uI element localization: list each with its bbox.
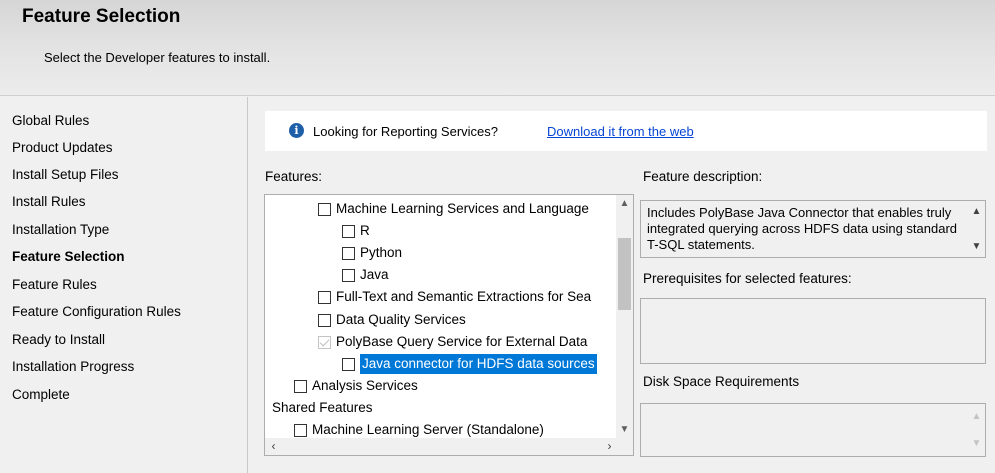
nav-item-installation-progress[interactable]: Installation Progress [12, 359, 134, 374]
feature-row-java-connector-hdfs[interactable]: Java connector for HDFS data sources [342, 353, 597, 375]
prerequisites-box[interactable] [640, 298, 986, 364]
checkbox-checked-disabled[interactable] [318, 335, 331, 349]
disk-space-label: Disk Space Requirements [643, 374, 800, 389]
nav-item-install-rules[interactable]: Install Rules [12, 194, 86, 209]
feature-label: Java [360, 267, 389, 282]
checkbox[interactable] [294, 379, 307, 393]
features-label: Features: [265, 169, 323, 184]
feature-row-data-quality-services[interactable]: Data Quality Services [318, 309, 466, 331]
info-text: Looking for Reporting Services? [313, 124, 498, 139]
checkbox[interactable] [342, 268, 355, 282]
feature-label: Full-Text and Semantic Extractions for S… [336, 289, 592, 304]
feature-row-polybase[interactable]: PolyBase Query Service for External Data [318, 331, 587, 353]
tree-vertical-scrollbar[interactable]: ▲ ▼ [616, 195, 633, 438]
checkbox[interactable] [342, 224, 355, 238]
info-bar: i Looking for Reporting Services? Downlo… [265, 111, 987, 151]
download-link[interactable]: Download it from the web [547, 124, 694, 139]
feature-label: Analysis Services [312, 378, 418, 393]
scrollbar-corner [616, 438, 633, 455]
scroll-left-icon[interactable]: ‹ [265, 438, 282, 455]
scroll-down-icon[interactable]: ▼ [968, 238, 985, 255]
scroll-up-icon[interactable]: ▲ [968, 203, 985, 220]
prerequisites-label: Prerequisites for selected features: [643, 271, 852, 286]
page-title: Feature Selection [22, 6, 181, 27]
nav-item-complete[interactable]: Complete [12, 387, 70, 402]
feature-label: Machine Learning Server (Standalone) [312, 422, 544, 437]
nav-item-feature-rules[interactable]: Feature Rules [12, 277, 97, 292]
feature-row-python[interactable]: Python [342, 242, 402, 264]
scroll-down-icon[interactable]: ▼ [616, 421, 633, 438]
nav-item-feature-configuration-rules[interactable]: Feature Configuration Rules [12, 304, 181, 319]
scroll-up-icon[interactable]: ▲ [968, 408, 985, 425]
checkbox[interactable] [318, 202, 331, 216]
info-icon: i [289, 123, 304, 138]
checkbox[interactable] [342, 357, 355, 371]
feature-label-selected: Java connector for HDFS data sources [360, 354, 597, 374]
main-content: i Looking for Reporting Services? Downlo… [249, 97, 995, 473]
nav-item-install-setup-files[interactable]: Install Setup Files [12, 167, 119, 182]
scroll-up-icon[interactable]: ▲ [616, 195, 633, 212]
checkbox[interactable] [318, 290, 331, 304]
feature-label: R [360, 223, 370, 238]
shared-features-header: Shared Features [272, 397, 373, 419]
page-header: Feature Selection Select the Developer f… [0, 0, 995, 96]
feature-row-java[interactable]: Java [342, 264, 389, 286]
feature-label: Python [360, 245, 403, 260]
feature-row-full-text-search[interactable]: Full-Text and Semantic Extractions for S… [318, 286, 591, 308]
feature-description-label: Feature description: [643, 169, 763, 184]
group-label: Shared Features [272, 400, 373, 415]
nav-item-product-updates[interactable]: Product Updates [12, 140, 113, 155]
scrollbar-thumb[interactable] [618, 238, 631, 310]
nav-item-feature-selection[interactable]: Feature Selection [12, 249, 125, 264]
feature-row-r[interactable]: R [342, 220, 370, 242]
checkbox[interactable] [294, 423, 307, 437]
description-scrollbar[interactable]: ▲ ▼ [968, 201, 985, 257]
checkbox[interactable] [318, 313, 331, 327]
checkbox[interactable] [342, 246, 355, 260]
step-navigation: Global Rules Product Updates Install Set… [0, 97, 248, 473]
disk-space-box[interactable]: ▲ ▼ [640, 403, 986, 457]
scroll-down-icon[interactable]: ▼ [968, 435, 985, 452]
feature-tree[interactable]: Machine Learning Services and Language R… [264, 194, 634, 456]
page-subtitle: Select the Developer features to install… [44, 50, 271, 65]
feature-description-text: Includes PolyBase Java Connector that en… [647, 205, 958, 252]
feature-label: Machine Learning Services and Language [336, 201, 589, 216]
nav-item-global-rules[interactable]: Global Rules [12, 113, 89, 128]
tree-horizontal-scrollbar[interactable]: ‹ › [265, 438, 618, 455]
feature-label: PolyBase Query Service for External Data [336, 334, 588, 349]
feature-description-box[interactable]: Includes PolyBase Java Connector that en… [640, 200, 986, 258]
nav-item-installation-type[interactable]: Installation Type [12, 222, 109, 237]
disk-space-scrollbar[interactable]: ▲ ▼ [968, 404, 985, 456]
feature-label: Data Quality Services [336, 312, 466, 327]
feature-row-machine-learning-services[interactable]: Machine Learning Services and Language [318, 198, 589, 220]
feature-row-analysis-services[interactable]: Analysis Services [294, 375, 418, 397]
nav-item-ready-to-install[interactable]: Ready to Install [12, 332, 105, 347]
